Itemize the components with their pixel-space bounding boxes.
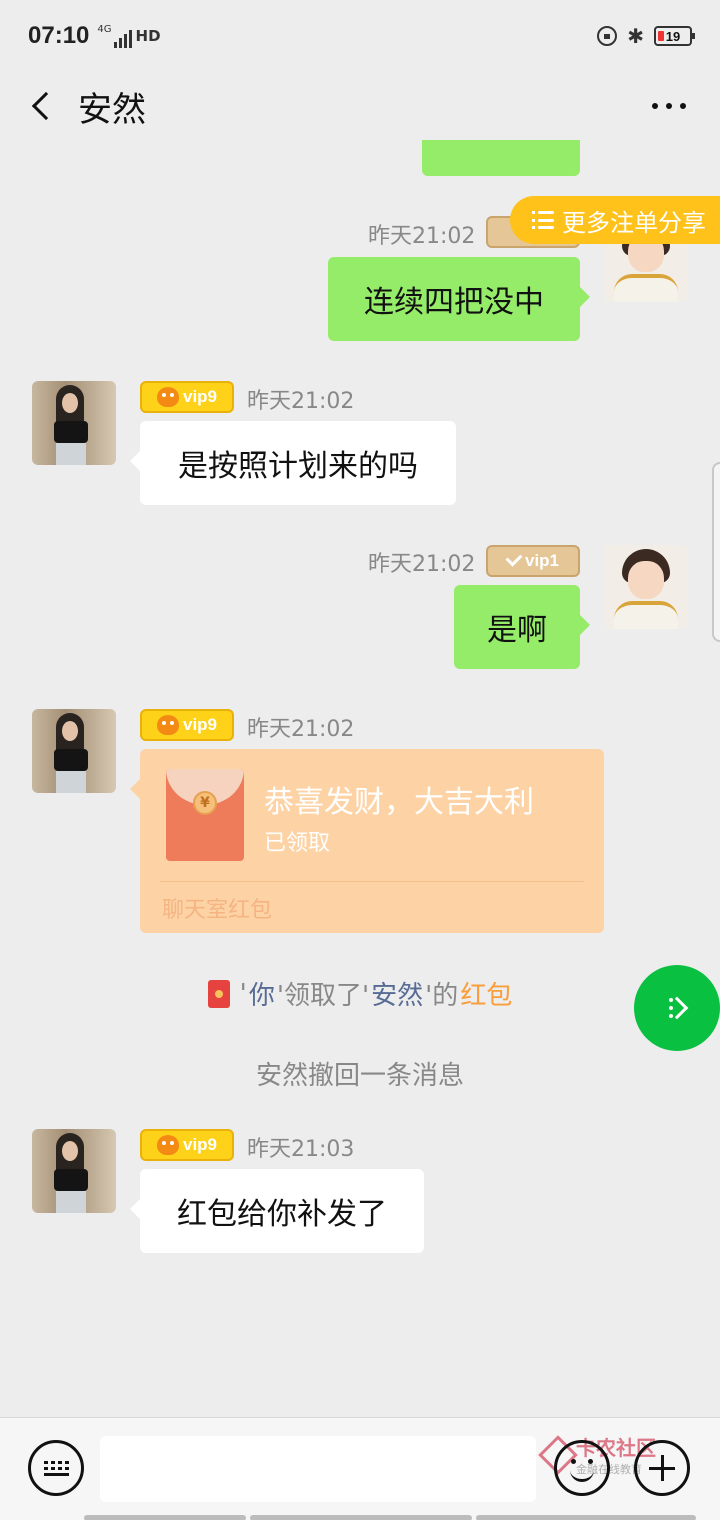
red-packet-received-notice: ' 你 '领取了' 安然 '的 红包 [0, 975, 720, 1012]
red-packet-title: 恭喜发财，大吉大利 [264, 785, 534, 820]
share-bets-label: 更多注单分享 [562, 208, 706, 237]
vip-badge: vip1 [486, 545, 580, 577]
input-bar: 卡农社区 金融在线教育 [0, 1417, 720, 1520]
emoji-icon[interactable] [554, 1440, 610, 1496]
status-bar: 07:10 4G HD ✱ 19 [0, 0, 720, 72]
coin-icon: ¥ [193, 791, 217, 815]
red-packet-icon: ¥ [166, 769, 244, 861]
network-type: 4G [97, 24, 112, 35]
battery-icon: 19 [654, 26, 695, 46]
notice-received-text: '领取了' [276, 981, 370, 1011]
share-bets-button[interactable]: 更多注单分享 [510, 196, 720, 244]
notice-you-link[interactable]: 你 [249, 975, 275, 1012]
message-text: 连续四把没中 [364, 285, 544, 320]
red-packet-footer: 聊天室红包 [162, 898, 273, 923]
message-time: 昨天21:03 [247, 1137, 355, 1162]
message-input[interactable] [100, 1436, 536, 1502]
message-time: 昨天21:02 [247, 389, 355, 414]
avatar[interactable] [32, 381, 116, 465]
notice-quote: ' [239, 978, 247, 1009]
list-icon [532, 211, 554, 229]
message-time: 昨天21:02 [247, 717, 355, 742]
vip-badge: vip9 [140, 709, 234, 741]
recall-notice: 安然撤回一条消息 [255, 1061, 464, 1091]
red-packet-card[interactable]: ¥ 恭喜发财，大吉大利 已领取 聊天室红包 [130, 749, 604, 933]
vip-level: vip1 [524, 551, 560, 570]
keyboard-icon[interactable] [28, 1440, 84, 1496]
hd-indicator: HD [135, 27, 161, 45]
battery-level: 19 [665, 28, 681, 44]
avatar[interactable] [604, 545, 688, 629]
message-text: 是按照计划来的吗 [178, 449, 418, 484]
chat-header: 安然 [0, 72, 720, 140]
vip-level: vip9 [182, 1135, 218, 1154]
notice-of-text: '的 [425, 981, 459, 1011]
signal-icon: 4G [97, 24, 132, 48]
message-time: 昨天21:02 [368, 224, 476, 249]
plus-icon[interactable] [634, 1440, 690, 1496]
side-edge-handle[interactable] [712, 462, 720, 642]
status-time: 07:10 [28, 22, 90, 49]
message-bubble[interactable]: 是啊 [454, 585, 590, 669]
avatar[interactable] [32, 1129, 116, 1213]
vip-badge: vip9 [140, 381, 234, 413]
avatar[interactable] [32, 709, 116, 793]
message-bubble-partial[interactable] [422, 140, 580, 176]
message-text: 是啊 [487, 613, 547, 648]
vip-level: vip9 [182, 715, 218, 734]
notice-red-packet-link[interactable]: 红包 [460, 975, 512, 1012]
back-arrow-icon[interactable] [31, 91, 61, 121]
tiger-icon [156, 1135, 179, 1155]
chat-title: 安然 [78, 89, 146, 130]
more-options-icon[interactable] [652, 103, 686, 109]
vip-chevron-icon [505, 549, 523, 567]
tiger-icon [156, 387, 179, 407]
red-packet-small-icon [207, 979, 230, 1008]
message-bubble[interactable]: 连续四把没中 [328, 257, 590, 341]
message-bubble[interactable]: 是按照计划来的吗 [130, 421, 456, 505]
message-text: 红包给你补发了 [177, 1197, 387, 1232]
message-bubble[interactable]: 红包给你补发了 [130, 1169, 424, 1253]
red-packet-status: 已领取 [264, 831, 331, 856]
forward-fab-button[interactable] [634, 965, 720, 1051]
vip-badge: vip9 [140, 1129, 234, 1161]
vip-level: vip9 [182, 387, 218, 406]
message-time: 昨天21:02 [368, 552, 476, 577]
tiger-icon [156, 715, 179, 735]
bottom-hint-bars [84, 1515, 696, 1520]
notice-name-link[interactable]: 安然 [371, 975, 423, 1012]
bluetooth-icon: ✱ [627, 24, 644, 48]
chat-message-list[interactable]: 昨天21:02 连续四把没中 更多注单分享 vip9 昨天21:02 是按照计划… [0, 140, 720, 1417]
divider [160, 881, 584, 882]
rotation-lock-icon [597, 26, 618, 46]
